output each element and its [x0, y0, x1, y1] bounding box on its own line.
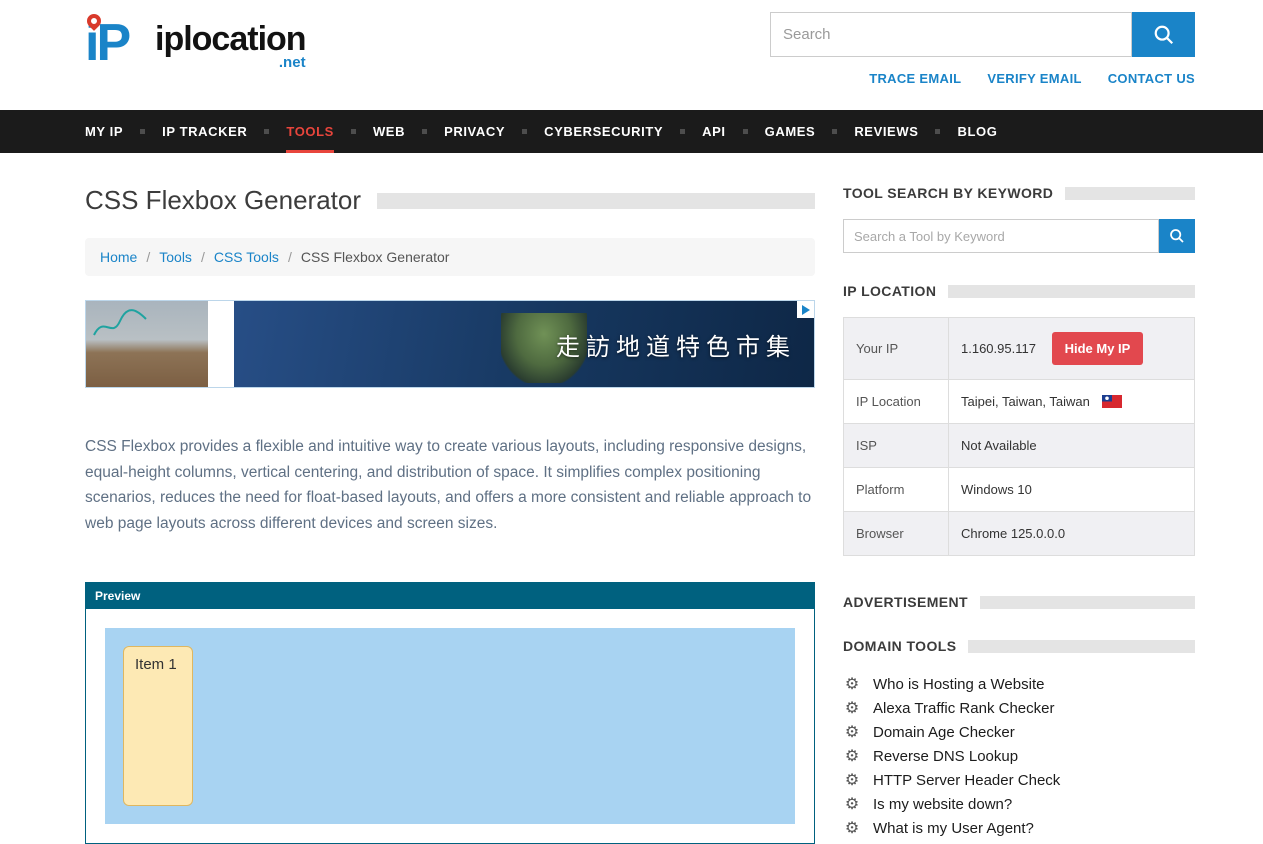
header-search	[770, 12, 1195, 57]
list-item: ⚙ What is my User Agent?	[843, 816, 1195, 840]
gear-icon: ⚙	[843, 698, 861, 718]
list-item: ⚙ Who is Hosting a Website	[843, 672, 1195, 696]
flex-preview-container: Item 1	[105, 628, 795, 824]
adchoices-icon[interactable]	[797, 301, 814, 318]
preview-body: Item 1	[86, 609, 814, 843]
breadcrumb-tools[interactable]: Tools	[159, 249, 192, 265]
tool-search-button[interactable]	[1159, 219, 1195, 253]
preview-header: Preview	[86, 583, 814, 609]
row-label: Your IP	[844, 318, 949, 380]
nav-item-blog[interactable]: BLOG	[957, 110, 997, 153]
table-row: IP Location Taipei, Taiwan, Taiwan	[844, 380, 1195, 424]
domain-tool-link-alexa-rank[interactable]: Alexa Traffic Rank Checker	[873, 700, 1054, 717]
logo-mark-icon: iP	[85, 12, 151, 74]
row-label: Platform	[844, 468, 949, 512]
domain-tools-heading: DOMAIN TOOLS	[843, 638, 1195, 654]
table-row: Platform Windows 10	[844, 468, 1195, 512]
tool-search-heading: TOOL SEARCH BY KEYWORD	[843, 185, 1195, 201]
breadcrumb-css-tools[interactable]: CSS Tools	[214, 249, 279, 265]
tool-description: CSS Flexbox provides a flexible and intu…	[85, 434, 815, 536]
ad-banner[interactable]: 走訪地道特色市集	[85, 300, 815, 388]
domain-tool-link-domain-age[interactable]: Domain Age Checker	[873, 724, 1015, 741]
list-item: ⚙ Domain Age Checker	[843, 720, 1195, 744]
nav-item-ip-tracker[interactable]: IP TRACKER	[162, 110, 247, 153]
search-icon	[1169, 228, 1185, 244]
domain-tools-list: ⚙ Who is Hosting a Website ⚙ Alexa Traff…	[843, 672, 1195, 840]
list-item: ⚙ Is my website down?	[843, 792, 1195, 816]
nav-item-tools[interactable]: TOOLS	[286, 110, 334, 153]
table-row: Browser Chrome 125.0.0.0	[844, 512, 1195, 556]
main-nav: MY IP IP TRACKER TOOLS WEB PRIVACY CYBER…	[0, 110, 1263, 153]
domain-tool-link-user-agent[interactable]: What is my User Agent?	[873, 820, 1034, 837]
gear-icon: ⚙	[843, 770, 861, 790]
row-label: Browser	[844, 512, 949, 556]
search-icon	[1153, 24, 1175, 46]
row-value: Chrome 125.0.0.0	[949, 512, 1195, 556]
nav-item-my-ip[interactable]: MY IP	[85, 110, 123, 153]
breadcrumb-home[interactable]: Home	[100, 249, 137, 265]
page-title: CSS Flexbox Generator	[85, 185, 361, 216]
tool-search	[843, 219, 1195, 253]
nav-item-api[interactable]: API	[702, 110, 725, 153]
row-label: IP Location	[844, 380, 949, 424]
row-value: Taipei, Taiwan, Taiwan	[949, 380, 1195, 424]
list-item: ⚙ HTTP Server Header Check	[843, 768, 1195, 792]
ip-location-table: Your IP 1.160.95.117 Hide My IP IP Locat…	[843, 317, 1195, 556]
ad-thumbnail-image	[86, 301, 208, 387]
link-verify-email[interactable]: VERIFY EMAIL	[987, 71, 1081, 86]
row-value: 1.160.95.117 Hide My IP	[949, 318, 1195, 380]
tool-search-input[interactable]	[843, 219, 1159, 253]
ip-location-value: Taipei, Taiwan, Taiwan	[961, 394, 1090, 409]
domain-tool-link-hosting[interactable]: Who is Hosting a Website	[873, 676, 1044, 693]
gear-icon: ⚙	[843, 818, 861, 838]
domain-tool-link-reverse-dns[interactable]: Reverse DNS Lookup	[873, 748, 1018, 765]
logo[interactable]: iP iplocation .net	[85, 12, 306, 74]
ip-location-heading: IP LOCATION	[843, 283, 1195, 299]
table-row: Your IP 1.160.95.117 Hide My IP	[844, 318, 1195, 380]
preview-panel: Preview Item 1	[85, 582, 815, 844]
sidebar: TOOL SEARCH BY KEYWORD IP LOCATION Your …	[843, 185, 1195, 844]
list-item: ⚙ Alexa Traffic Rank Checker	[843, 696, 1195, 720]
header-search-button[interactable]	[1132, 12, 1195, 57]
breadcrumb: Home / Tools / CSS Tools / CSS Flexbox G…	[85, 238, 815, 276]
flex-item-1[interactable]: Item 1	[123, 646, 193, 806]
gear-icon: ⚙	[843, 674, 861, 694]
taiwan-flag-icon	[1102, 395, 1122, 408]
site-header: iP iplocation .net TRACE EMAIL VERIFY EM…	[0, 0, 1263, 110]
logo-tld: .net	[279, 54, 306, 71]
nav-item-reviews[interactable]: REVIEWS	[854, 110, 918, 153]
gear-icon: ⚙	[843, 794, 861, 814]
row-value: Windows 10	[949, 468, 1195, 512]
your-ip-value: 1.160.95.117	[961, 341, 1036, 356]
main-column: CSS Flexbox Generator Home / Tools / CSS…	[85, 185, 815, 844]
header-links: TRACE EMAIL VERIFY EMAIL CONTACT US	[869, 71, 1195, 86]
header-search-input[interactable]	[770, 12, 1132, 57]
ad-main-image: 走訪地道特色市集	[234, 301, 814, 387]
link-contact-us[interactable]: CONTACT US	[1108, 71, 1195, 86]
row-label: ISP	[844, 424, 949, 468]
nav-item-cybersecurity[interactable]: CYBERSECURITY	[544, 110, 663, 153]
table-row: ISP Not Available	[844, 424, 1195, 468]
domain-tool-link-http-header[interactable]: HTTP Server Header Check	[873, 772, 1060, 789]
nav-item-privacy[interactable]: PRIVACY	[444, 110, 505, 153]
link-trace-email[interactable]: TRACE EMAIL	[869, 71, 961, 86]
row-value: Not Available	[949, 424, 1195, 468]
domain-tool-link-website-down[interactable]: Is my website down?	[873, 796, 1012, 813]
nav-item-games[interactable]: GAMES	[765, 110, 816, 153]
breadcrumb-current: CSS Flexbox Generator	[301, 249, 450, 265]
hide-my-ip-button[interactable]: Hide My IP	[1052, 332, 1144, 365]
logo-text: iplocation	[155, 22, 306, 56]
advertisement-heading: ADVERTISEMENT	[843, 594, 1195, 610]
gear-icon: ⚙	[843, 722, 861, 742]
list-item: ⚙ Reverse DNS Lookup	[843, 744, 1195, 768]
nav-item-web[interactable]: WEB	[373, 110, 405, 153]
ad-caption: 走訪地道特色市集	[556, 327, 814, 362]
gear-icon: ⚙	[843, 746, 861, 766]
title-decoration-bar	[377, 193, 815, 209]
